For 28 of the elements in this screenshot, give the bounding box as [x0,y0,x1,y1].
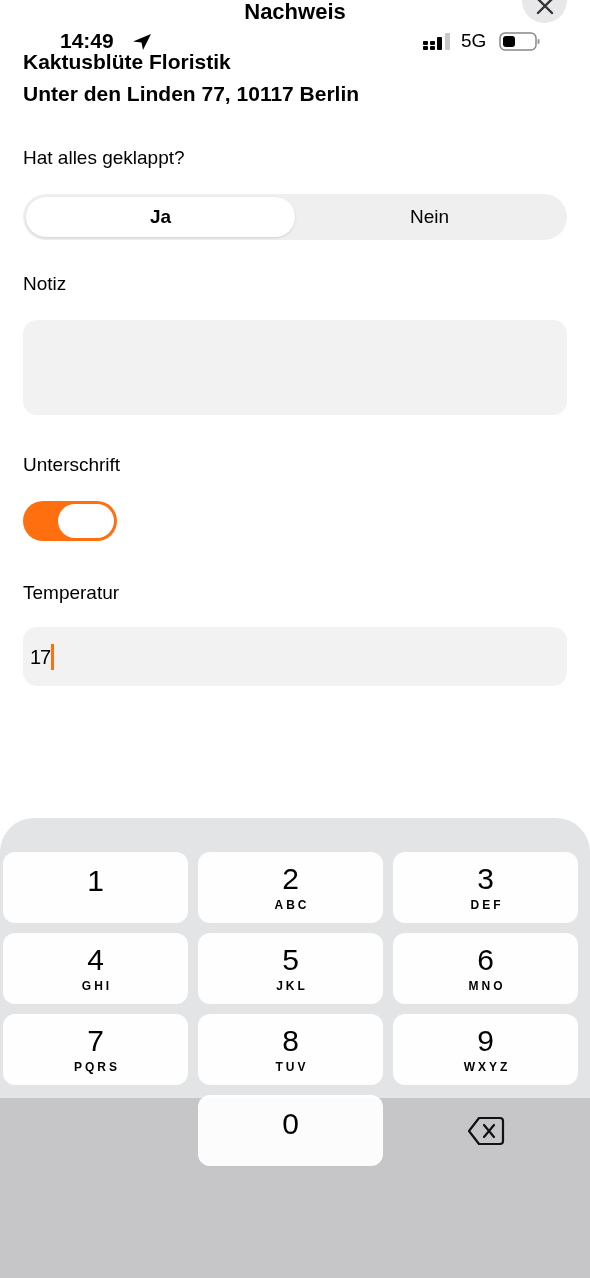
signal-icon [423,33,452,50]
segment-option[interactable]: Nein [295,197,564,237]
location-arrow-icon [132,33,152,51]
keypad-key[interactable]: 1 [3,852,188,923]
field-label: Temperatur [23,581,120,605]
close-icon [534,0,555,16]
field-label: Unterschrift [23,453,121,477]
keypad-key[interactable]: 7 PQRS [3,1014,188,1085]
customer-address: Unter den Linden 77, 10117 Berlin [23,81,360,107]
status-time: 14:49 [60,30,114,52]
keypad-key[interactable]: 3 DEF [393,852,578,923]
customer-name: Kaktusblüte Floristik [23,49,231,75]
field-label: Hat alles geklappt? [23,146,185,170]
screen-title: Nachweis [244,0,346,24]
keypad-key[interactable]: 5 JKL [198,933,383,1004]
keypad-key[interactable]: 6 MNO [393,933,578,1004]
keypad-key[interactable]: 8 TUV [198,1014,383,1085]
backspace-icon [466,1115,505,1146]
field-label: Notiz [23,272,67,296]
temperature-field[interactable]: 17 [23,627,567,686]
keypad-key[interactable]: 9 WXYZ [393,1014,578,1085]
network-label: 5G [461,30,487,52]
keypad-key[interactable]: 2 ABC [198,852,383,923]
battery-icon [499,32,540,51]
keypad-key[interactable]: 0 [198,1095,383,1166]
keypad-key[interactable]: 4 GHI [3,933,188,1004]
signature-toggle[interactable] [23,501,117,541]
segment-option[interactable]: Ja [26,197,295,237]
